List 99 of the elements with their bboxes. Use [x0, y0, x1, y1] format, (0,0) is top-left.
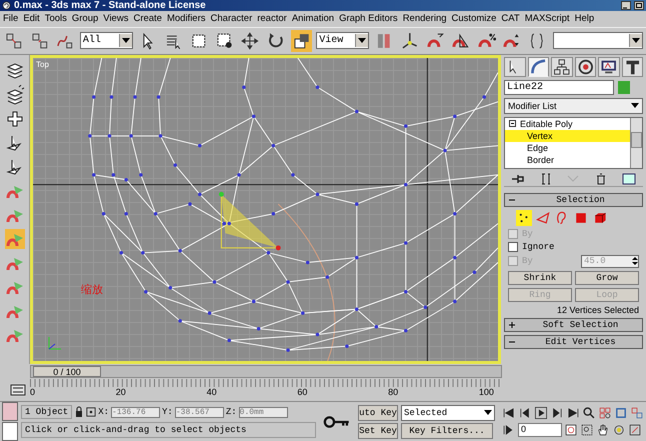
- dropdown-arrow-icon: [358, 38, 366, 44]
- go-end-icon[interactable]: [566, 406, 580, 420]
- stack-sub-item[interactable]: Edge: [505, 142, 630, 154]
- menu-item[interactable]: Edit: [23, 13, 40, 24]
- pin-icon[interactable]: [510, 172, 526, 185]
- checkbox-label: Ignore: [522, 242, 554, 252]
- key-filters-button[interactable]: Key Filters...: [401, 422, 493, 439]
- dropdown[interactable]: All: [80, 32, 133, 50]
- dropdown-arrow-icon: [631, 103, 639, 108]
- rollout-header[interactable]: Selection: [504, 192, 643, 207]
- orbit-icon[interactable]: [612, 423, 626, 438]
- extents-icon[interactable]: [614, 406, 628, 420]
- hierarchy-icon[interactable]: [551, 56, 572, 77]
- go-start-icon[interactable]: [502, 406, 516, 420]
- dropdown-arrow-icon: [632, 38, 640, 44]
- layers-icon[interactable]: [4, 60, 24, 81]
- rollout-header[interactable]: Edit Vertices: [504, 334, 643, 349]
- menu-item[interactable]: Views: [103, 13, 128, 24]
- frame-field[interactable]: 0: [518, 423, 562, 438]
- panel-button[interactable]: Grow: [575, 270, 639, 285]
- menu-item[interactable]: Help: [574, 13, 594, 24]
- set-key-button[interactable]: Set Key: [358, 422, 398, 439]
- play-icon[interactable]: [534, 406, 548, 420]
- track-bar[interactable]: 0 20 40 60 80 100: [30, 379, 500, 400]
- menu-item[interactable]: Modifiers: [166, 13, 206, 24]
- menu-item[interactable]: Character: [210, 13, 252, 24]
- curve-icon[interactable]: [528, 56, 549, 77]
- rollout-header[interactable]: Soft Selection: [504, 318, 643, 332]
- menu-item[interactable]: Group: [72, 13, 98, 24]
- hammer-icon[interactable]: [622, 56, 643, 77]
- vertex-icon[interactable]: [516, 210, 532, 226]
- scroll-thumb[interactable]: [631, 132, 642, 148]
- stack-sub-item[interactable]: Vertex: [505, 130, 630, 142]
- menu-item[interactable]: Rendering: [402, 13, 447, 24]
- coordinate-label: X:: [98, 407, 110, 418]
- menu-item[interactable]: MAXScript: [524, 13, 570, 24]
- region-zoom-icon[interactable]: [580, 423, 594, 438]
- modifier-list-dropdown[interactable]: Modifier List: [504, 98, 643, 114]
- stack-item[interactable]: Editable Poly: [520, 118, 573, 129]
- annotation-label: 缩放: [81, 282, 103, 297]
- object-name-field[interactable]: Line22: [504, 80, 614, 95]
- axis-tripod-icon: [47, 335, 63, 352]
- scrollbar[interactable]: [630, 118, 642, 168]
- scale-icon[interactable]: [290, 30, 312, 52]
- window-title: 0.max - 3ds max 7 - Stand-alone License: [14, 0, 206, 11]
- dropdown-arrow-icon: [484, 410, 492, 416]
- panel-button[interactable]: Shrink: [508, 270, 572, 285]
- absolute-mode-icon[interactable]: [86, 406, 96, 418]
- time-slider[interactable]: 0 / 100: [30, 364, 502, 378]
- menu-item[interactable]: reactor: [257, 13, 287, 24]
- next-frame-icon[interactable]: [550, 406, 564, 420]
- color-swatch: [2, 422, 18, 441]
- dropdown-arrow-icon: [122, 38, 130, 44]
- maximize-icon[interactable]: [628, 423, 642, 438]
- coordinate-label: Z:: [226, 407, 237, 418]
- color-swatch[interactable]: [618, 80, 630, 94]
- minimize-icon[interactable]: [621, 1, 631, 10]
- configure-icon[interactable]: [621, 172, 638, 185]
- selection-count: 1 Object: [21, 405, 72, 420]
- hand-icon[interactable]: [596, 423, 610, 438]
- menu-item[interactable]: Create: [133, 13, 162, 24]
- checkbox[interactable]: [508, 242, 518, 252]
- color-swatch: [2, 402, 18, 422]
- time-config-icon[interactable]: [564, 423, 578, 438]
- tick-label: 0: [30, 387, 36, 398]
- tick-label: 80: [388, 387, 398, 398]
- zoom-icon[interactable]: [582, 406, 596, 420]
- lock-icon[interactable]: [74, 406, 84, 418]
- menu-item[interactable]: Animation: [292, 13, 334, 24]
- tick-label: 20: [116, 387, 126, 398]
- app-logo-icon: [2, 1, 11, 10]
- auto-key-button[interactable]: uto Key: [358, 404, 398, 421]
- menu-item[interactable]: File: [3, 13, 18, 24]
- dropdown[interactable]: View: [316, 32, 370, 50]
- key-mode-dropdown[interactable]: Selected: [401, 404, 495, 421]
- menu-item[interactable]: Customize: [452, 13, 496, 24]
- cursor-icon[interactable]: [504, 56, 526, 77]
- coordinate-label: Y:: [162, 407, 173, 418]
- slider-thumb[interactable]: 0 / 100: [33, 366, 101, 377]
- menu-item[interactable]: Graph Editors: [339, 13, 398, 24]
- menu-item[interactable]: CAT: [501, 13, 520, 24]
- plus-icon: [508, 320, 516, 329]
- dropdown[interactable]: [552, 32, 644, 50]
- maximize-icon[interactable]: [634, 1, 644, 10]
- tick-label: 40: [206, 387, 217, 398]
- stack-sub-item[interactable]: Border: [505, 154, 630, 166]
- curve-editor-icon[interactable]: [10, 384, 26, 396]
- zoom-all-icon[interactable]: [598, 406, 612, 420]
- monitor-icon[interactable]: [598, 56, 620, 77]
- tick-label: 60: [297, 387, 308, 398]
- menu-item[interactable]: Tools: [44, 13, 67, 24]
- plus-icon[interactable]: [4, 108, 24, 129]
- expand-toggle-icon[interactable]: [509, 120, 516, 128]
- previous-frame-icon[interactable]: [518, 406, 532, 420]
- layers-icon[interactable]: [4, 84, 24, 105]
- selection-status: 12 Vertices Selected: [556, 304, 639, 315]
- wheel-icon[interactable]: [574, 56, 596, 77]
- tick-label: 100: [478, 387, 494, 398]
- key-icon[interactable]: [323, 414, 351, 429]
